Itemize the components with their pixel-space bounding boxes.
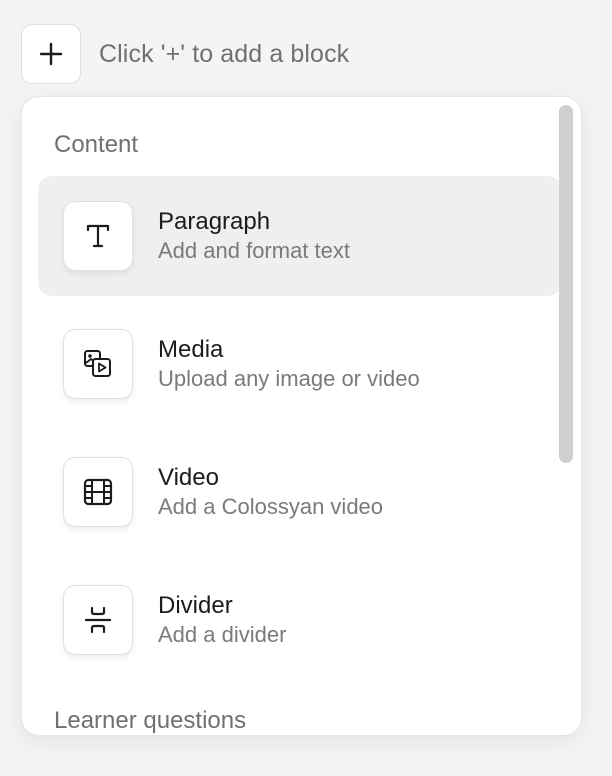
block-option-description: Add and format text bbox=[158, 238, 350, 263]
block-option-title: Divider bbox=[158, 592, 233, 619]
divider-text: Divider Add a divider bbox=[158, 591, 286, 649]
block-option-description: Add a Colossyan video bbox=[158, 494, 384, 519]
block-option-media[interactable]: Media Upload any image or video bbox=[38, 304, 562, 424]
block-option-title: Paragraph bbox=[158, 208, 271, 235]
media-icon-box bbox=[63, 329, 133, 399]
block-option-divider[interactable]: Divider Add a divider bbox=[38, 560, 562, 680]
block-option-description: Add a divider bbox=[158, 622, 287, 647]
block-option-video[interactable]: Video Add a Colossyan video bbox=[38, 432, 562, 552]
page: Click '+' to add a block Content Paragra… bbox=[0, 0, 612, 776]
divider-icon-box bbox=[63, 585, 133, 655]
section-label-content: Content bbox=[54, 131, 139, 158]
block-option-title: Media bbox=[158, 336, 224, 363]
paragraph-icon-box bbox=[63, 201, 133, 271]
section-label-learner-questions: Learner questions bbox=[54, 707, 247, 734]
add-block-button[interactable] bbox=[21, 24, 81, 84]
media-icon bbox=[84, 350, 111, 377]
block-option-paragraph[interactable]: Paragraph Add and format text bbox=[38, 176, 562, 296]
paragraph-text: Paragraph Add and format text bbox=[158, 207, 350, 265]
add-block-row: Click '+' to add a block bbox=[21, 22, 349, 86]
block-option-description: Upload any image or video bbox=[158, 366, 420, 391]
divider-icon bbox=[84, 606, 112, 634]
plus-icon bbox=[39, 42, 63, 66]
block-menu: Content Paragraph Add and format text Me… bbox=[21, 96, 582, 736]
add-block-hint: Click '+' to add a block bbox=[99, 39, 350, 68]
text-t-icon bbox=[86, 224, 110, 248]
block-option-title: Video bbox=[158, 464, 219, 491]
menu-scrollbar[interactable] bbox=[559, 105, 573, 463]
video-text: Video Add a Colossyan video bbox=[158, 463, 383, 521]
film-icon bbox=[83, 478, 113, 506]
media-text: Media Upload any image or video bbox=[158, 335, 420, 393]
video-icon-box bbox=[63, 457, 133, 527]
